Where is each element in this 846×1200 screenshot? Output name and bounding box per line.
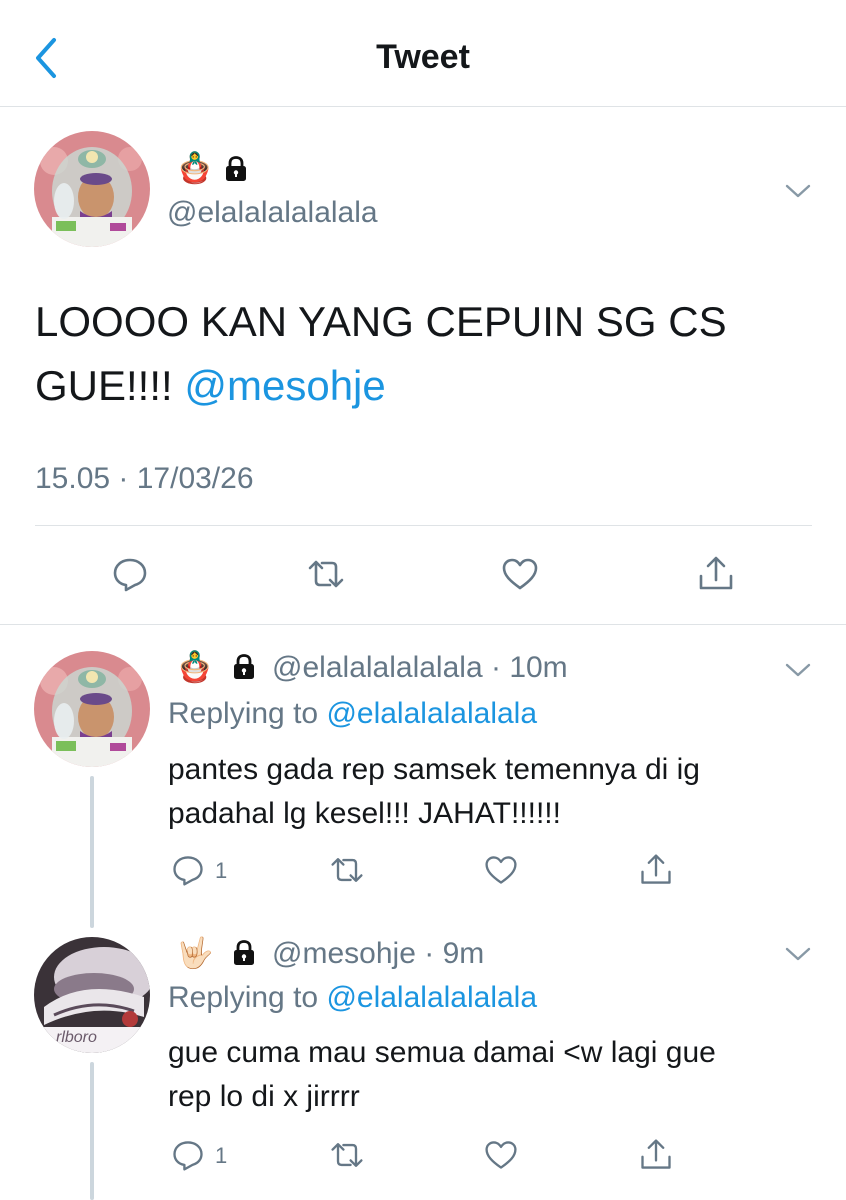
retweet-icon[interactable] (329, 1137, 365, 1173)
reply-count: 1 (215, 858, 228, 883)
retweet-icon[interactable] (329, 852, 365, 888)
tweet-text: LOOOO KAN YANG CEPUIN SG CS GUE!!!! @mes… (35, 290, 727, 418)
reply-handle[interactable]: @elalalalalalala (272, 651, 483, 684)
lock-icon (224, 156, 248, 182)
rock-hand-emoji: 🤟🏻 (176, 936, 214, 971)
reply-text: pantes gada rep samsek temennya di ig pa… (168, 748, 700, 836)
avatar-text: rlboro (56, 1029, 97, 1046)
replying-to-link[interactable]: @elalalalalalala (326, 697, 537, 730)
reply-text-line1: gue cuma mau semua damai <w lagi gue (168, 1036, 716, 1069)
like-icon[interactable] (483, 852, 519, 888)
thread-line (90, 776, 94, 928)
lock-icon (232, 649, 256, 675)
reply-time: 10m (509, 651, 568, 684)
avatar[interactable] (34, 651, 150, 767)
share-icon[interactable] (638, 1137, 674, 1173)
replying-to-label: Replying to (168, 981, 327, 1014)
page-title: Tweet (376, 38, 470, 76)
reply-icon[interactable] (170, 1137, 206, 1173)
lock-icon (232, 935, 256, 961)
chevron-down-icon[interactable] (784, 660, 812, 680)
retweet-icon[interactable] (306, 554, 346, 594)
replying-to: Replying to @elalalalalalala (168, 978, 537, 1018)
reply-icon[interactable] (110, 554, 150, 594)
reply-header: 🤟🏻 @mesohje · 9m (176, 932, 484, 976)
replying-to: Replying to @elalalalalalala (168, 694, 537, 734)
divider (0, 624, 846, 625)
reply-icon[interactable] (170, 852, 206, 888)
avatar[interactable] (34, 131, 150, 247)
tweet-timestamp: 15.05 · 17/03/26 (35, 462, 254, 495)
reply-header: 🪆 @elalalalalalala · 10m (176, 646, 568, 690)
mention-link[interactable]: @mesohje (184, 362, 385, 409)
reply-count: 1 (215, 1143, 228, 1168)
chevron-down-icon[interactable] (784, 944, 812, 964)
like-icon[interactable] (500, 554, 540, 594)
share-icon[interactable] (638, 852, 674, 888)
reply-text: gue cuma mau semua damai <w lagi gue rep… (168, 1031, 716, 1119)
tweet-handle[interactable]: @elalalalalalala (167, 196, 378, 230)
replying-to-link[interactable]: @elalalalalalala (326, 981, 537, 1014)
avatar[interactable]: rlboro (34, 937, 150, 1053)
separator: · (415, 937, 443, 970)
separator: · (482, 651, 510, 684)
matryoshka-emoji: 🪆 (176, 151, 214, 186)
reply-text-line1: pantes gada rep samsek temennya di ig (168, 753, 700, 786)
reply-handle[interactable]: @mesohje (272, 937, 416, 970)
tweet-text-line1: LOOOO KAN YANG CEPUIN SG CS (35, 298, 727, 345)
divider (35, 525, 812, 526)
reply-text-line2: padahal lg kesel!!! JAHAT!!!!!! (168, 797, 561, 830)
tweet-text-line2: GUE!!!! (35, 362, 185, 409)
thread-line (90, 1062, 94, 1200)
replying-to-label: Replying to (168, 697, 327, 730)
like-icon[interactable] (483, 1137, 519, 1173)
chevron-down-icon[interactable] (784, 181, 812, 201)
share-icon[interactable] (696, 554, 736, 594)
reply-time: 9m (442, 937, 485, 970)
matryoshka-emoji: 🪆 (176, 650, 214, 685)
reply-text-line2: rep lo di x jirrrr (168, 1080, 360, 1113)
